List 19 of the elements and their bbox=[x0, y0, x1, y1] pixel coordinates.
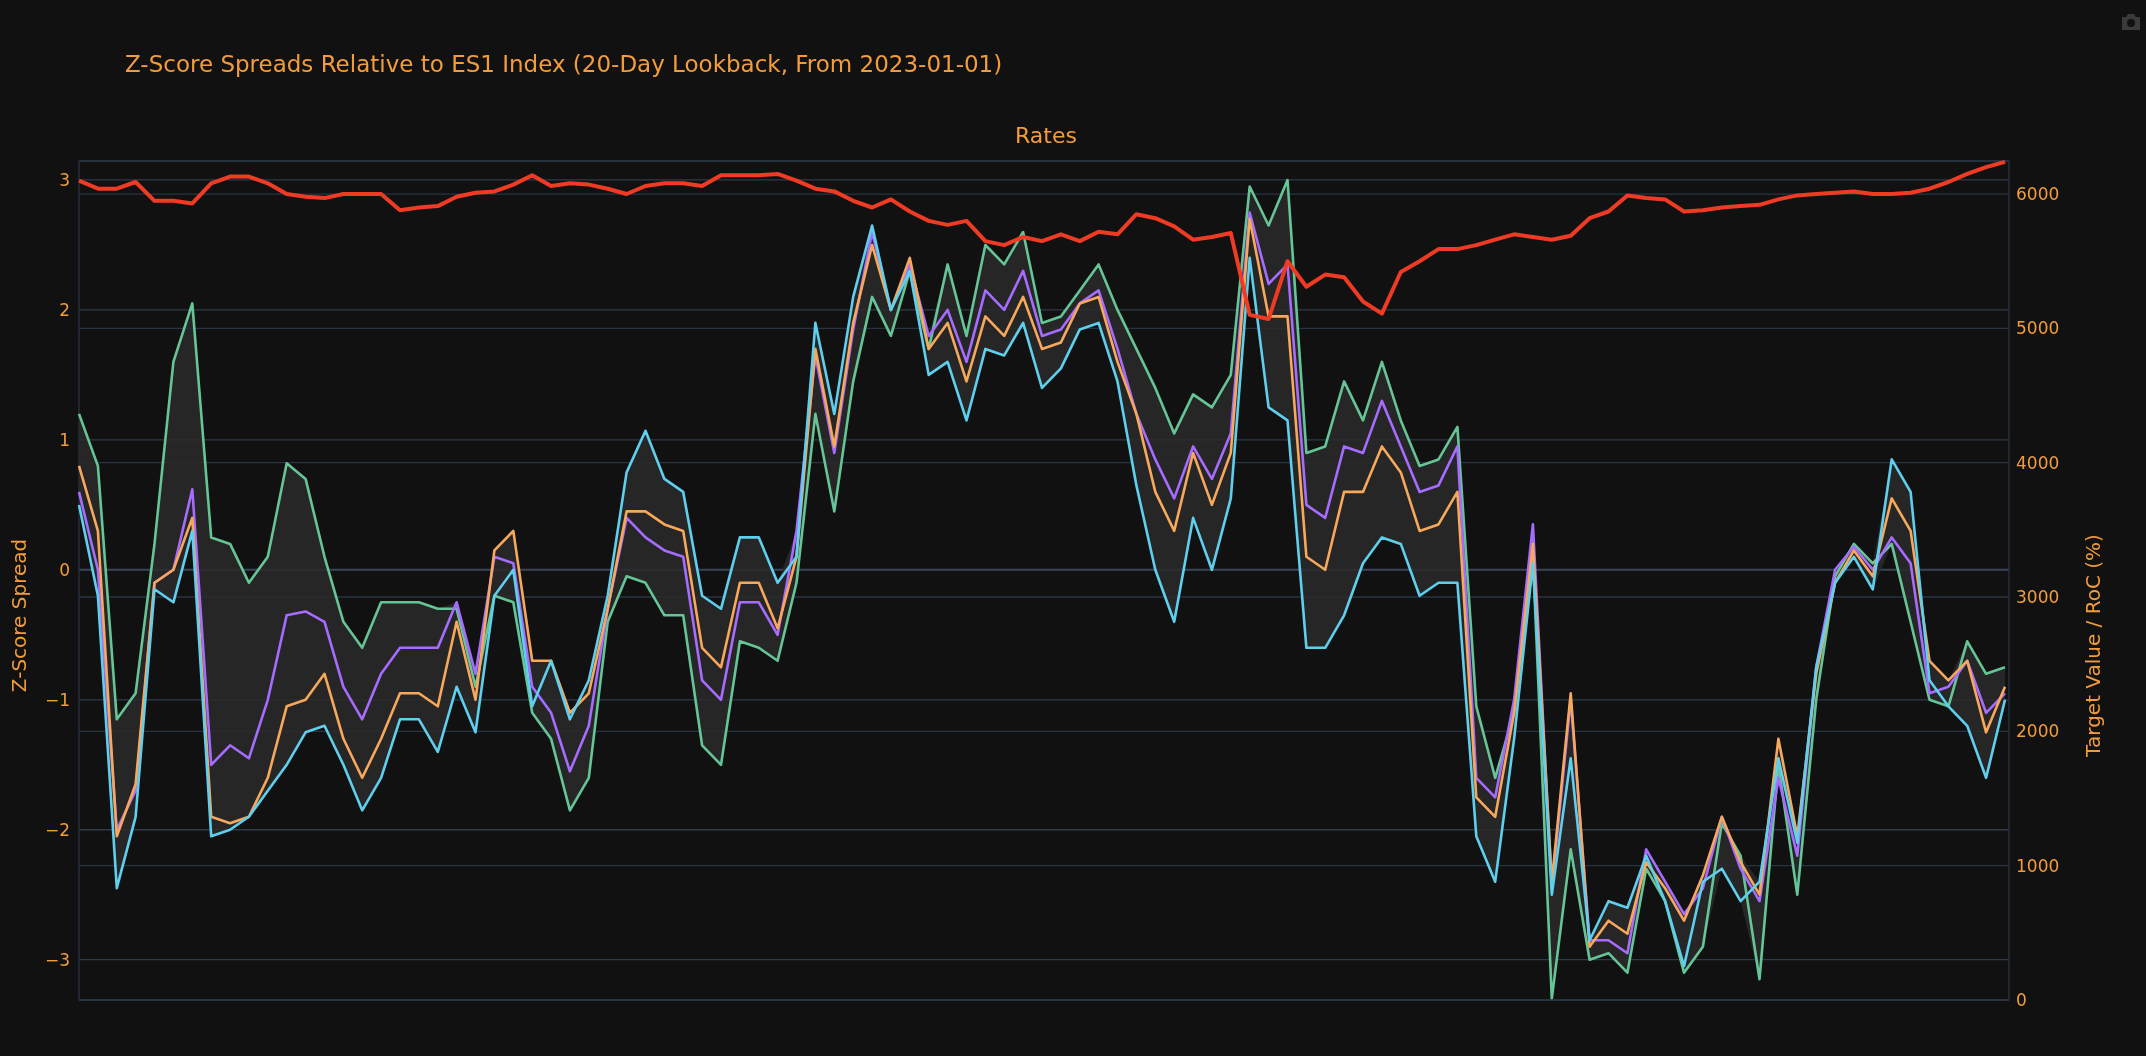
axis-tick-label: 0 bbox=[59, 559, 70, 580]
axis-tick-label: 2 bbox=[59, 299, 70, 320]
axis-tick-label: 5000 bbox=[2016, 318, 2060, 339]
axis-tick-label: −2 bbox=[44, 819, 70, 840]
axis-tick-label: 1000 bbox=[2016, 855, 2060, 876]
chart-title: Z-Score Spreads Relative to ES1 Index (20-Day Lookback, From 2023-01-01) bbox=[125, 51, 1003, 77]
camera-icon[interactable] bbox=[2122, 14, 2140, 30]
axis-tick-label: 6000 bbox=[2016, 184, 2060, 205]
axis-tick-label: 3 bbox=[59, 169, 70, 190]
axis-tick-label: 2000 bbox=[2016, 721, 2060, 742]
axis-tick-label: 4000 bbox=[2016, 452, 2060, 473]
axis-tick-label: −1 bbox=[44, 689, 70, 710]
axis-title: Z-Score Spread bbox=[7, 538, 31, 693]
subplot-title: Rates bbox=[1015, 123, 1077, 148]
axis-title: Target Value / RoC (%) bbox=[2081, 534, 2105, 757]
axis-tick-label: 0 bbox=[2016, 990, 2027, 1010]
axis-tick-label: 1 bbox=[59, 429, 70, 450]
axis-tick-label: 3000 bbox=[2016, 587, 2060, 607]
axis-tick-label: −3 bbox=[44, 949, 70, 970]
